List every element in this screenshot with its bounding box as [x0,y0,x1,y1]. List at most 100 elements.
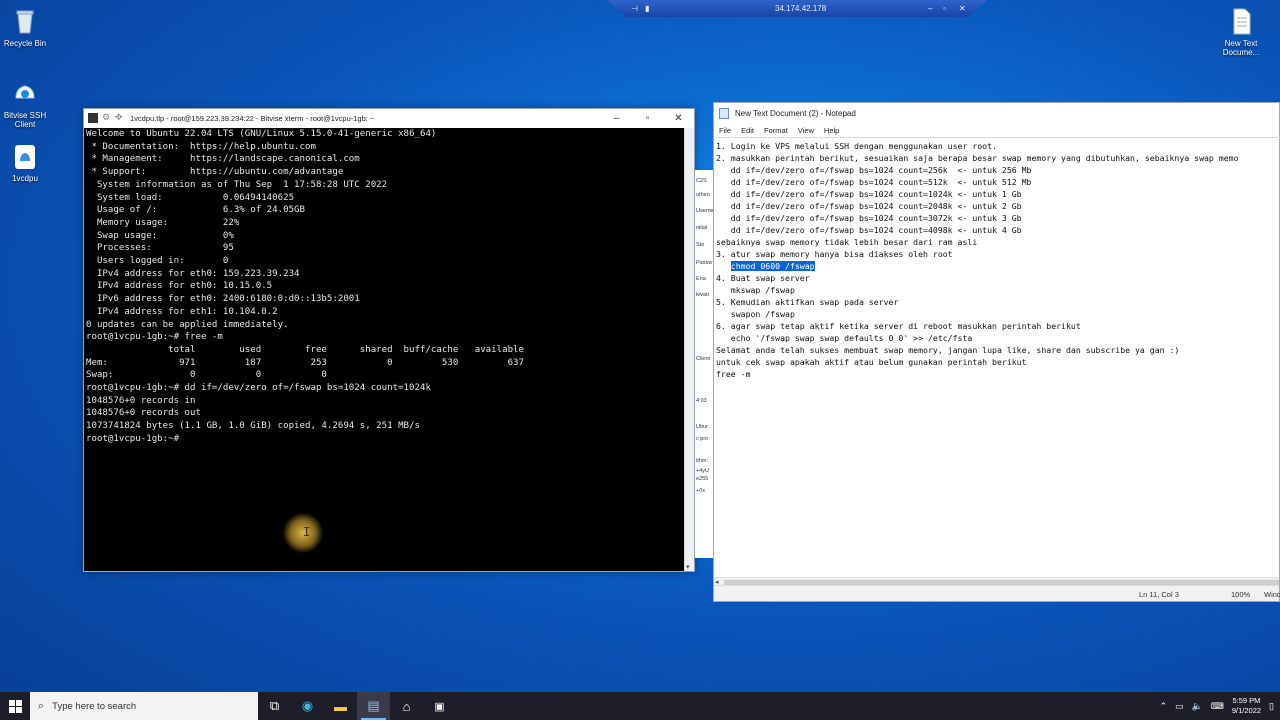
background-window-text: c pro [696,436,709,442]
terminal-line: * Support: https://ubuntu.com/advantage [86,167,344,178]
minimize-button[interactable]: – [601,109,632,128]
settings-icon[interactable]: ⚙ [102,112,110,123]
notepad-menu-bar: File Edit Format View Help [714,123,1279,137]
rdp-restore-button[interactable]: ▫ [943,4,946,13]
app-icon [88,113,98,123]
taskbar-file-explorer[interactable]: ▬ [324,692,357,720]
start-button[interactable] [0,692,30,720]
line-ending: Wind [1264,590,1280,599]
language-icon[interactable]: ⌨ [1211,701,1224,712]
terminal-line: Usage of /: 6.3% of 24.05GB [86,205,305,216]
remote-desktop-bar[interactable]: ⊣ ▮ 34.174.42.178 – ▫ ✕ [607,0,987,17]
selected-text: chmod 0600 /fswap [730,261,815,271]
document-icon [10,141,40,171]
bitvise-icon [10,78,40,108]
edge-icon: ◉ [301,698,314,713]
terminal-scrollbar[interactable]: ▾ [684,128,694,571]
network-icon[interactable]: ▭ [1175,701,1184,712]
scroll-down-icon[interactable]: ▾ [686,563,690,571]
background-window-text: Passw [696,260,713,266]
terminal-line: 1048576+0 records out [86,408,201,419]
notepad-text-area[interactable]: 1. Login ke VPS melalui SSH dengan mengg… [716,137,1280,577]
notepad-line: dd if=/dev/zero of=/fswap bs=1024 count=… [716,213,1022,223]
desktop-icon-bitvise[interactable]: Bitvise SSH Client [0,78,55,129]
notepad-line: sebaiknya swap memory tidak lebih besar … [716,237,978,247]
move-icon[interactable]: ✥ [115,112,123,123]
notepad-title-bar[interactable]: New Text Document (2) - Notepad [714,103,1279,123]
close-button[interactable]: ✕ [663,109,694,128]
clock[interactable]: 5:59 PM 9/1/2022 [1232,696,1261,716]
desktop-icon-label: 1vcdpu [12,174,38,183]
terminal-line: Processes: 95 [86,243,234,254]
notepad-title: New Text Document (2) - Notepad [735,108,856,118]
taskbar-notepad[interactable]: ▤ [357,692,390,720]
terminal-line: IPv4 address for eth0: 159.223.39.234 [86,268,300,279]
recycle-bin-icon [10,6,40,36]
desktop-icon-label: Bitvise SSH Client [3,111,47,129]
terminal-title: 1vcdpu.tlp - root@159.223.39.234:22 - Bi… [130,114,375,123]
terminal-line: 1048576+0 records in [86,395,196,406]
terminal-line: root@1vcpu-1gb:~# [86,433,185,444]
taskbar-edge[interactable]: ◉ [291,692,324,720]
terminal-line: 0 updates can be applied immediately. [86,319,289,330]
notification-icon[interactable]: ▯ [1269,701,1274,712]
volume-icon[interactable]: 🔈 [1192,701,1203,712]
notepad-line: dd if=/dev/zero of=/fswap bs=1024 count=… [716,165,1032,175]
desktop-icon-label: New Text Docume... [1222,39,1260,57]
terminal-line: IPv6 address for eth0: 2400:6180:0:d0::1… [86,294,360,305]
terminal-line: Swap: 0 0 0 [86,370,327,381]
task-view-icon: ⧉ [269,698,280,713]
notepad-line: 1. Login ke VPS melalui SSH dengan mengg… [716,141,997,151]
menu-format[interactable]: Format [764,126,788,135]
desktop-icon-1vcdpu[interactable]: 1vcdpu [0,141,55,183]
terminal-line: * Management: https://landscape.canonica… [86,154,360,165]
terminal-line: root@1vcpu-1gb:~# dd if=/dev/zero of=/fs… [86,383,431,394]
desktop-icon-label: Recycle Bin [3,39,47,48]
background-window-text: uthen [696,192,710,198]
notepad-line: swapon /fswap [716,309,795,319]
notepad-line: echo '/fswap swap swap defaults 0 0' >> … [716,333,973,343]
background-window-text: +4yU [696,468,709,474]
notepad-window[interactable]: New Text Document (2) - Notepad File Edi… [713,102,1280,602]
terminal-title-bar[interactable]: ⚙ ✥ 1vcdpu.tlp - root@159.223.39.234:22 … [84,109,694,128]
maximize-button[interactable]: ▫ [632,109,663,128]
notepad-line: chmod 0600 /fswap [716,260,1280,272]
taskbar-bitvise[interactable]: ⌂ [390,692,423,720]
notepad-line: 4. Buat swap server [716,273,810,283]
background-window-strip: C2S uthen Userna nitial Sto Passw Ena levati Cli… [695,170,713,558]
pin-icon[interactable]: ⊣ [631,4,638,13]
terminal-window[interactable]: ⚙ ✥ 1vcdpu.tlp - root@159.223.39.234:22 … [83,108,695,572]
chevron-up-icon[interactable]: ⌃ [1160,701,1168,712]
desktop-icon-recycle-bin[interactable]: Recycle Bin [0,6,55,48]
text-cursor-icon: I [303,525,311,539]
folder-icon: ▬ [334,698,347,714]
terminal-line: Swap usage: 0% [86,230,234,241]
terminal-line: Welcome to Ubuntu 22.04 LTS (GNU/Linux 5… [86,129,437,139]
taskbar: ⌕ Type here to search ⧉ ◉ ▬ ▤ ⌂ ▣ ⌃ ▭ 🔈 … [0,692,1280,720]
menu-help[interactable]: Help [824,126,839,135]
background-window-text: Userna [696,208,713,214]
notepad-line: free -m [716,369,751,379]
menu-file[interactable]: File [719,126,731,135]
rdp-minimize-button[interactable]: – [928,4,932,13]
rdp-close-button[interactable]: ✕ [959,4,966,13]
cursor-position: Ln 11, Col 3 [1139,590,1179,599]
background-window-text: Sto [696,242,705,248]
terminal-line: total used free shared buff/cache availa… [86,344,524,355]
zoom-level: 100% [1231,590,1251,599]
taskbar-terminal[interactable]: ▣ [423,692,456,720]
terminal-line: Memory usage: 22% [86,217,240,228]
notepad-line: untuk cek swap apakah aktif atau belum g… [716,357,1027,367]
taskbar-search-box[interactable]: ⌕ Type here to search [30,692,258,720]
notepad-icon [719,107,729,119]
notepad-line: 5. Kemudian aktifkan swap pada server [716,297,899,307]
terminal-output[interactable]: Welcome to Ubuntu 22.04 LTS (GNU/Linux 5… [84,128,685,571]
task-view-button[interactable]: ⧉ [258,692,291,720]
background-window-text: e255 [696,476,709,482]
menu-edit[interactable]: Edit [741,126,754,135]
background-window-text: 4:03 [696,398,707,404]
terminal-line: root@1vcpu-1gb:~# free -m [86,332,223,343]
desktop-icon-new-text-document[interactable]: New Text Docume... [1211,6,1271,57]
search-placeholder: Type here to search [52,700,137,712]
menu-view[interactable]: View [798,126,814,135]
